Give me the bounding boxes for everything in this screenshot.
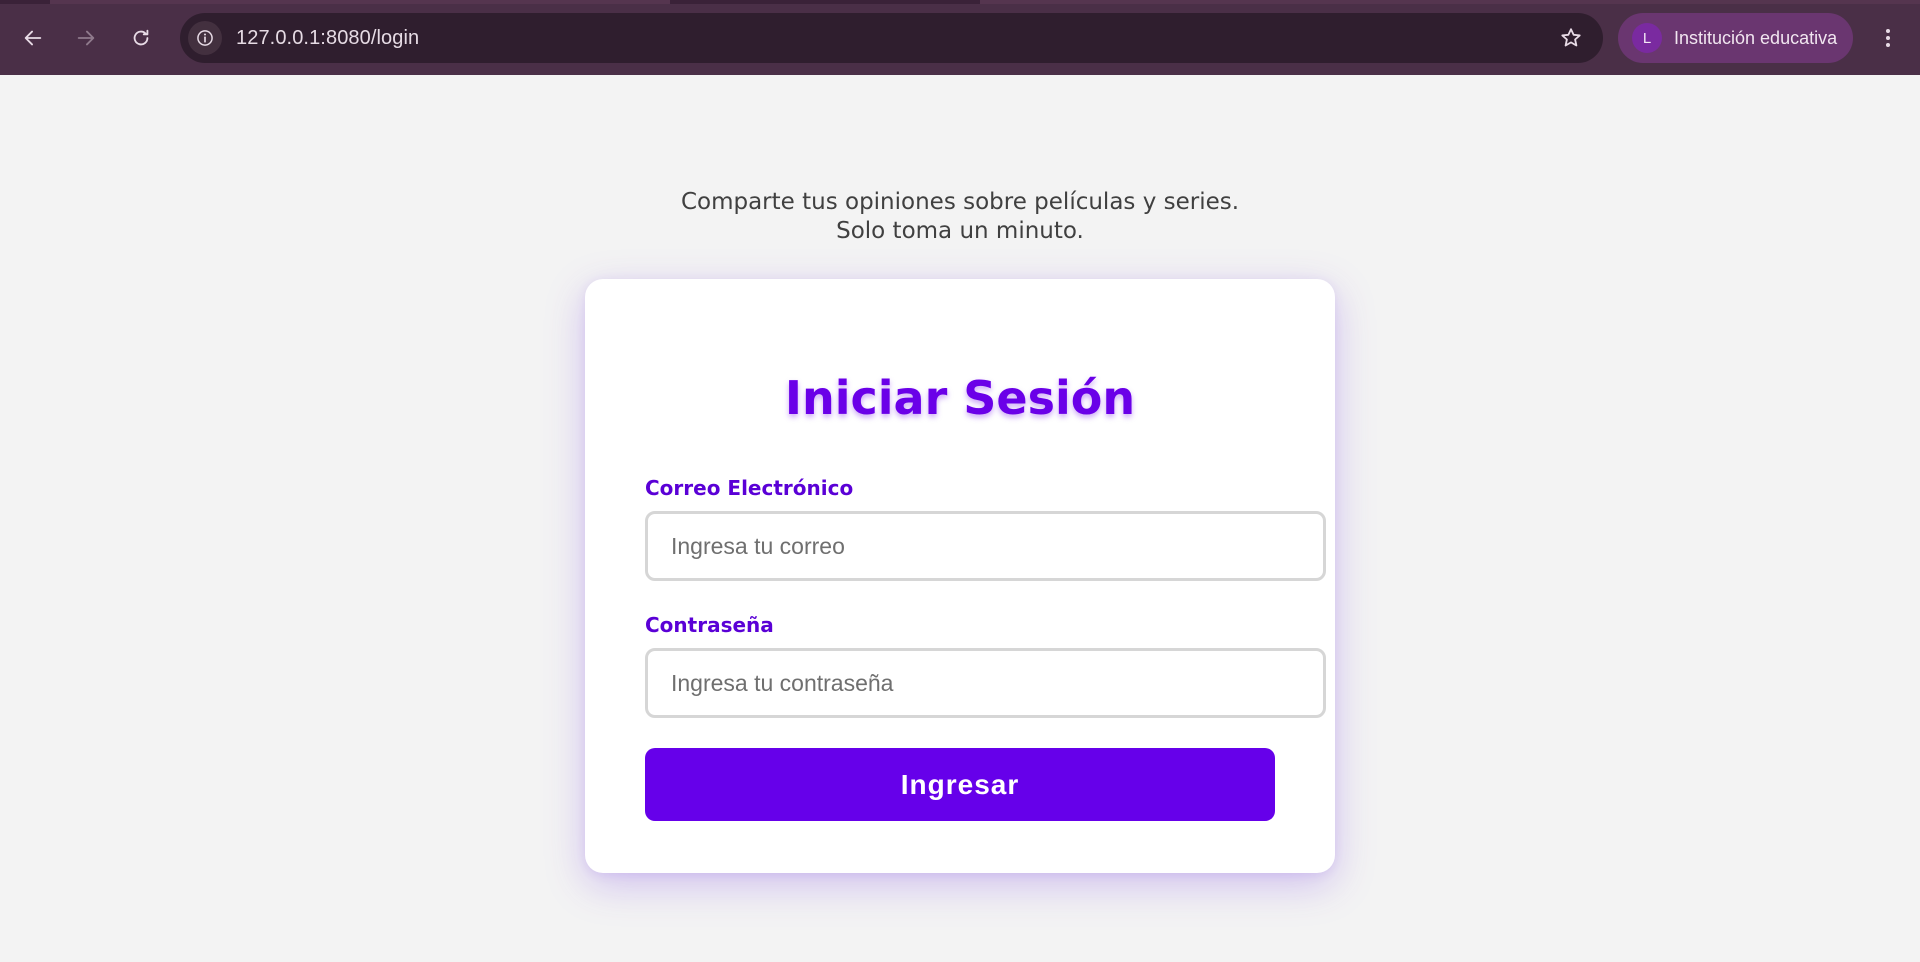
- profile-button[interactable]: L Institución educativa: [1618, 13, 1853, 63]
- tab-left[interactable]: [50, 0, 670, 4]
- avatar: L: [1632, 23, 1662, 53]
- tab-right[interactable]: [980, 0, 1920, 4]
- login-card: Iniciar Sesión Correo Electrónico Contra…: [585, 279, 1335, 873]
- kebab-menu-icon: [1886, 29, 1890, 47]
- password-field[interactable]: [645, 648, 1326, 718]
- password-label: Contraseña: [645, 613, 774, 637]
- star-icon[interactable]: [1559, 26, 1583, 50]
- tagline-line-2: Solo toma un minuto.: [836, 218, 1084, 244]
- arrow-left-icon: [24, 30, 42, 46]
- email-label: Correo Electrónico: [645, 476, 854, 500]
- back-button[interactable]: [14, 19, 52, 57]
- browser-menu-button[interactable]: [1869, 19, 1907, 57]
- profile-name: Institución educativa: [1674, 27, 1838, 48]
- forward-button[interactable]: [67, 19, 105, 57]
- login-title: Iniciar Sesión: [784, 371, 1136, 425]
- reload-icon: [133, 29, 149, 46]
- info-icon[interactable]: [188, 21, 222, 55]
- reload-button[interactable]: [122, 19, 160, 57]
- browser-toolbar: 127.0.0.1:8080/login L Institución educa…: [0, 0, 1920, 75]
- email-field[interactable]: [645, 511, 1326, 581]
- address-bar[interactable]: 127.0.0.1:8080/login: [180, 13, 1603, 63]
- url-text[interactable]: 127.0.0.1:8080/login: [236, 27, 419, 50]
- arrow-right-icon: [77, 30, 95, 46]
- tab-strip: [0, 0, 1920, 4]
- tagline: Comparte tus opiniones sobre películas y…: [0, 188, 1920, 246]
- login-button[interactable]: Ingresar: [645, 748, 1275, 821]
- tagline-line-1: Comparte tus opiniones sobre películas y…: [680, 189, 1240, 215]
